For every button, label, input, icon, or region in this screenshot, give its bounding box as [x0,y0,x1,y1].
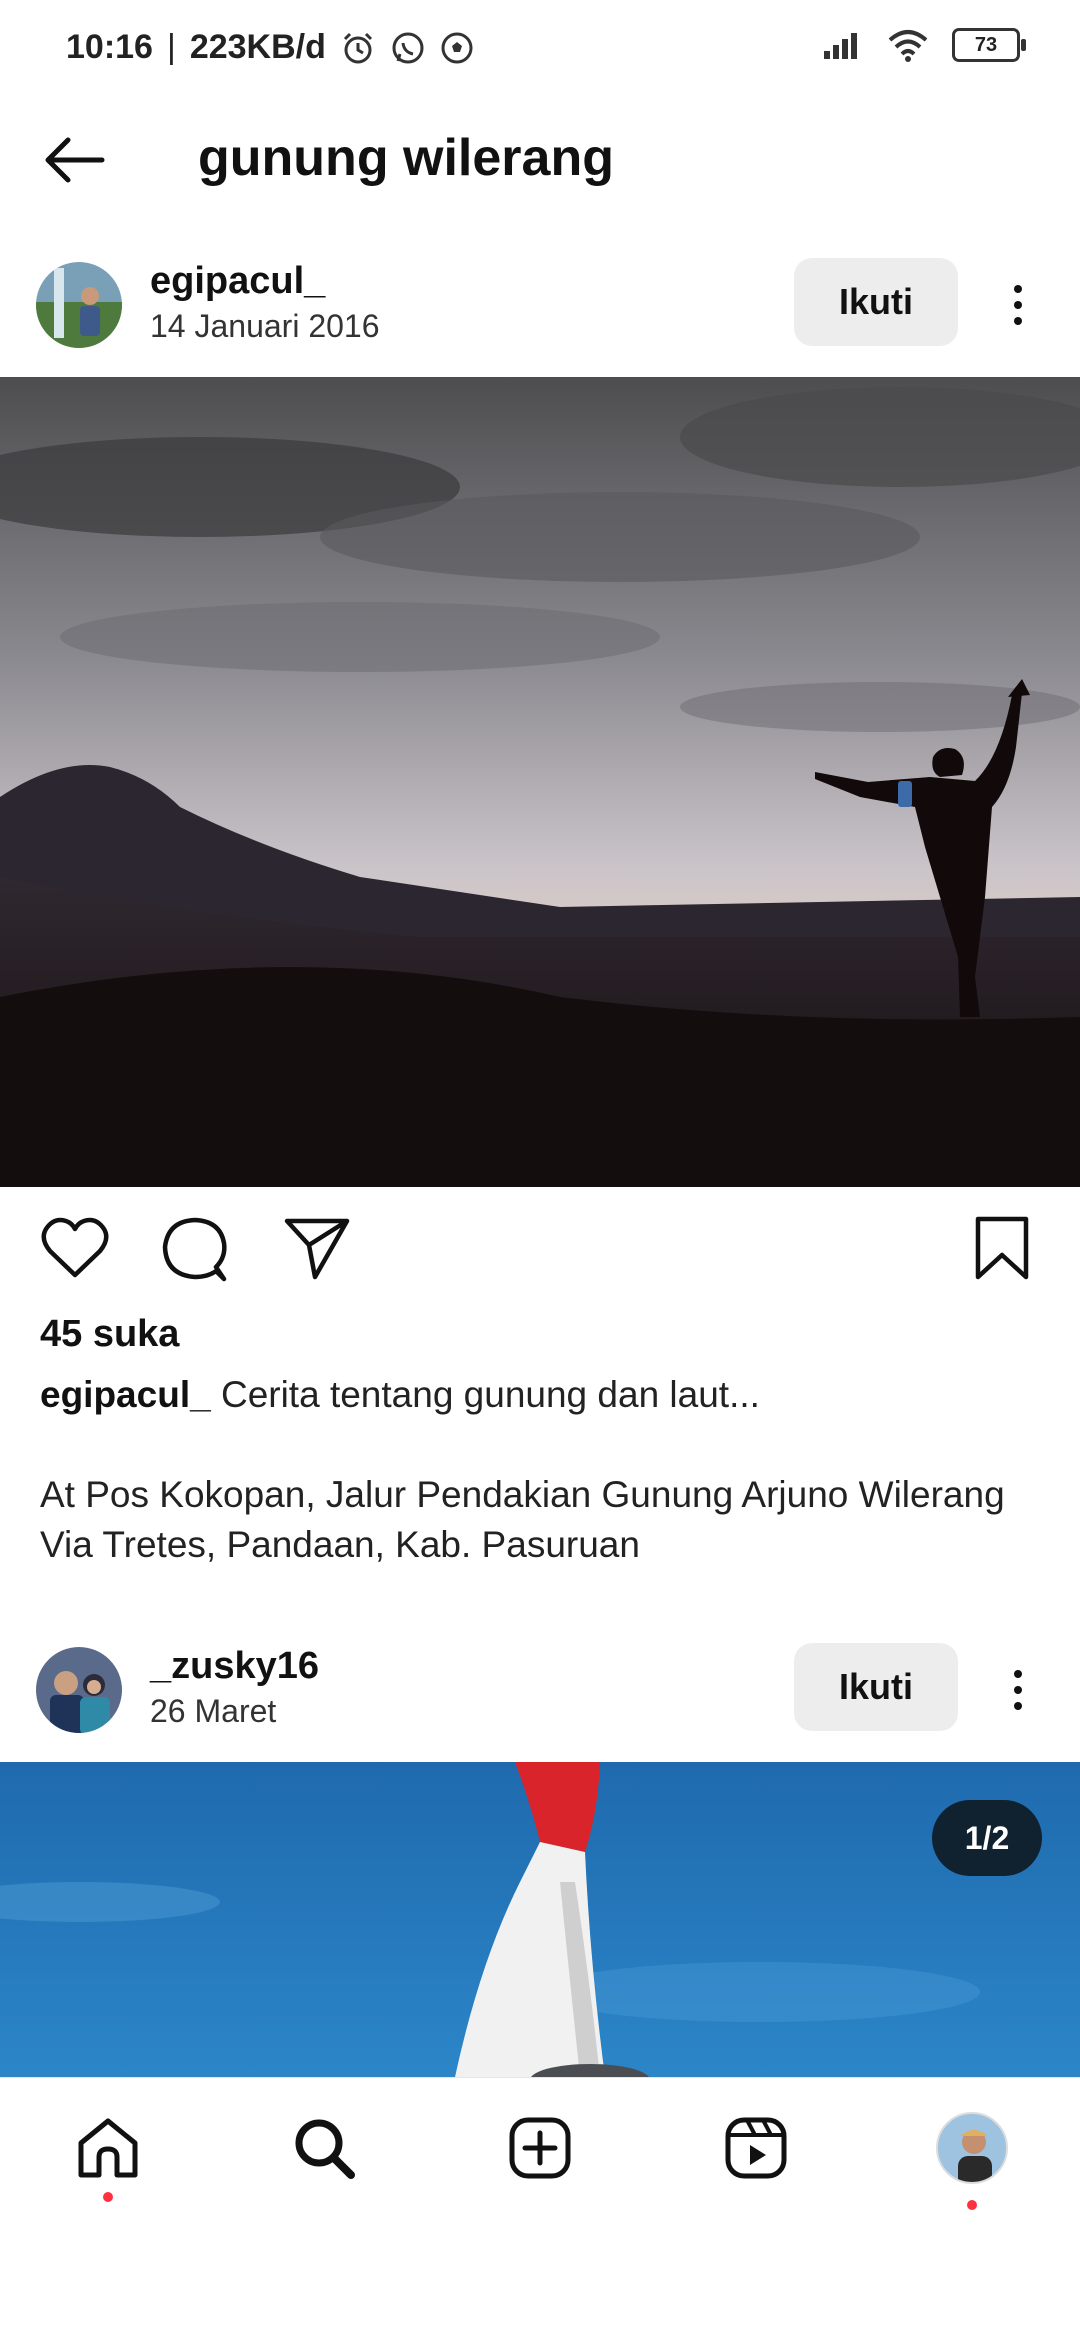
create-tab[interactable] [500,2108,580,2188]
status-time: 10:16 [66,28,153,66]
create-icon [509,2117,571,2179]
heart-icon[interactable] [40,1215,110,1286]
status-data-rate: 223KB/d [189,28,326,66]
avatar[interactable] [36,262,122,348]
back-button[interactable] [38,130,118,190]
comment-icon[interactable] [160,1215,230,1288]
home-tab[interactable] [68,2108,148,2202]
post-header: egipacul_ 14 Januari 2016 Ikuti [0,240,1080,370]
bottom-navigation [0,2077,1080,2238]
post-image[interactable] [0,1762,1080,2077]
profile-tab[interactable] [932,2108,1012,2210]
follow-button[interactable]: Ikuti [794,258,958,346]
caption-text: Cerita tentang gunung dan laut... [220,1374,760,1415]
image-counter-badge: 1/2 [932,1800,1042,1876]
likes-count[interactable]: 45 suka [40,1313,179,1356]
caption-username[interactable]: egipacul_ [40,1374,211,1415]
profile-avatar [936,2112,1008,2184]
username[interactable]: egipacul_ [150,260,325,303]
post-actions [0,1195,1080,1315]
caption-body: At Pos Kokopan, Jalur Pendakian Gunung A… [40,1474,1005,1565]
profile-notification-dot [967,2200,977,2210]
home-icon [78,2118,138,2178]
post-date: 14 Januari 2016 [150,308,380,344]
more-options-icon[interactable] [998,270,1038,340]
post-date: 26 Maret [150,1693,277,1729]
more-options-icon[interactable] [998,1655,1038,1725]
home-notification-dot [103,2192,113,2202]
search-tab[interactable] [284,2108,364,2188]
reels-icon [725,2117,787,2179]
header: gunung wilerang [0,100,1080,220]
post-image[interactable] [0,377,1080,1187]
arrow-left-icon [45,137,105,183]
status-left: 10:16 | 223KB/d [66,28,474,67]
username[interactable]: _zusky16 [150,1645,319,1688]
reels-tab[interactable] [716,2108,796,2188]
battery-icon: 73 [952,28,1026,62]
wifi-icon [888,30,928,62]
avatar[interactable] [36,1647,122,1733]
soccer-ball-icon [441,32,473,63]
search-icon [295,2119,355,2179]
status-bar: 10:16 | 223KB/d 73 [0,0,1080,100]
battery-level: 73 [974,33,998,56]
status-right: 73 [822,28,1026,62]
whatsapp-icon [392,32,424,63]
page-title: gunung wilerang [198,129,614,187]
post-header: _zusky16 26 Maret Ikuti [0,1625,1080,1755]
share-icon[interactable] [283,1215,353,1286]
signal-icon [824,33,857,59]
caption: egipacul_ Cerita tentang gunung dan laut… [40,1370,1040,1570]
bookmark-icon[interactable] [972,1215,1032,1286]
alarm-icon [343,32,372,63]
follow-button[interactable]: Ikuti [794,1643,958,1731]
status-separator: | [166,28,176,66]
